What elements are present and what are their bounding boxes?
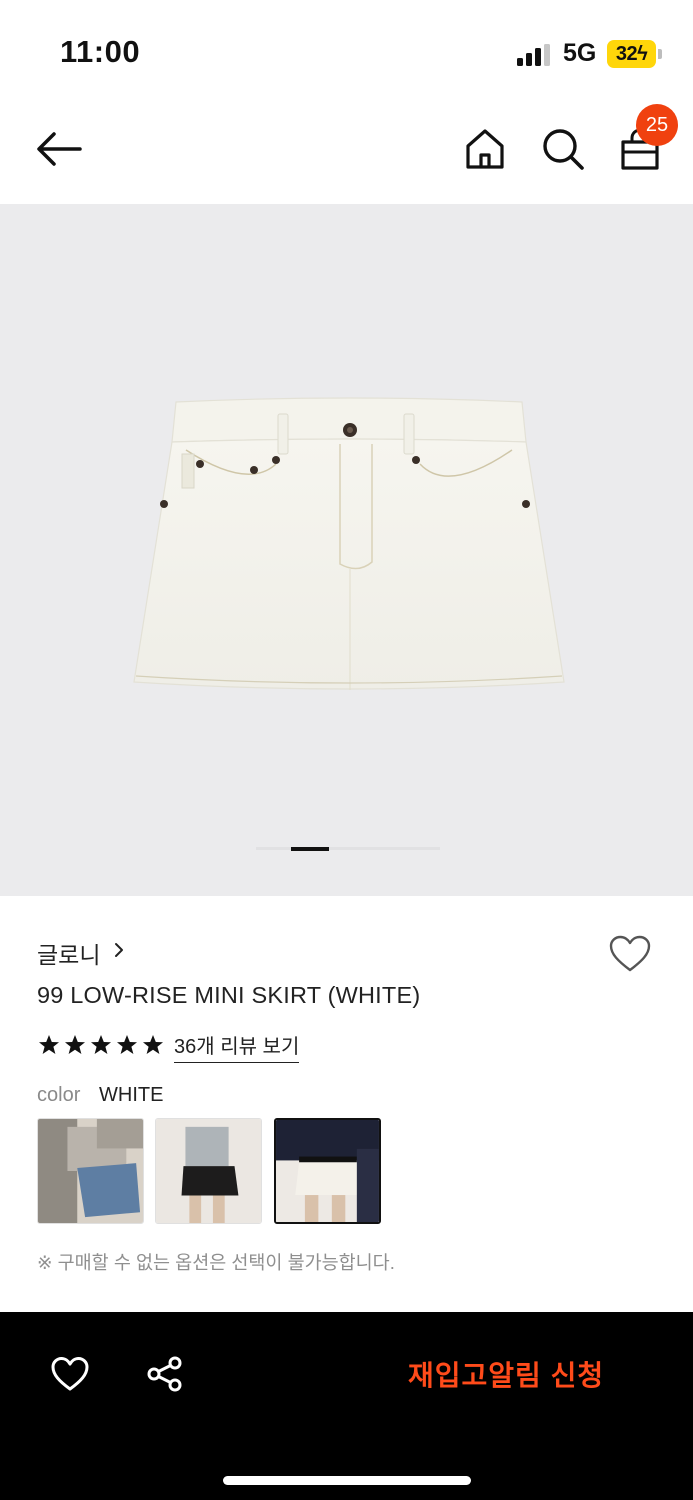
battery-tip [658, 49, 662, 59]
color-swatch-white[interactable] [274, 1118, 381, 1224]
color-swatch-black[interactable] [155, 1118, 262, 1224]
bottom-action-bar: 재입고알림 신청 [0, 1312, 693, 1500]
chevron-right-icon[interactable] [112, 941, 126, 959]
swatch-image [276, 1120, 379, 1222]
brand-link[interactable]: 글로니 [37, 936, 100, 970]
star-icon [117, 1035, 137, 1054]
network-type: 5G [563, 39, 597, 67]
product-info: 글로니 99 LOW-RISE MINI SKIRT (WHITE) 36개 리… [0, 896, 693, 1312]
heart-icon[interactable] [50, 1356, 90, 1392]
swatch-image [156, 1119, 261, 1223]
battery-charging-icon: 32ϟ [607, 40, 656, 68]
swatch-image [38, 1119, 143, 1223]
color-swatch-denim[interactable] [37, 1118, 144, 1224]
gallery-pager-track [256, 847, 440, 850]
back-arrow-icon[interactable] [34, 128, 86, 170]
rating-stars [39, 1035, 163, 1054]
share-icon[interactable] [146, 1355, 184, 1393]
status-bar: 11:00 5G 32ϟ [0, 0, 693, 100]
color-label: color [37, 1084, 81, 1106]
home-icon[interactable] [462, 126, 508, 172]
product-image-gallery[interactable] [0, 204, 693, 896]
star-icon [65, 1035, 85, 1054]
product-image [133, 397, 565, 690]
product-name: 99 LOW-RISE MINI SKIRT (WHITE) [37, 982, 421, 1008]
cart-count-badge: 25 [636, 104, 678, 146]
star-icon [143, 1035, 163, 1054]
battery-level: 32 [615, 43, 638, 65]
charging-bolt-icon: ϟ [637, 43, 648, 65]
search-icon[interactable] [540, 126, 586, 172]
star-icon [91, 1035, 111, 1054]
wishlist-heart-icon[interactable] [608, 934, 652, 974]
restock-alert-button[interactable]: 재입고알림 신청 [408, 1354, 604, 1394]
top-nav: 25 [0, 100, 693, 204]
color-value: WHITE [99, 1084, 164, 1106]
signal-icon [517, 44, 550, 66]
home-indicator [223, 1476, 471, 1485]
star-icon [39, 1035, 59, 1054]
gallery-pager-indicator [291, 847, 329, 851]
status-time: 11:00 [60, 34, 141, 69]
product-detail-page: 11:00 5G 32ϟ 25 글로니 99 LOW-RISE MINI SKI… [0, 0, 693, 1500]
review-link[interactable]: 36개 리뷰 보기 [174, 1030, 300, 1063]
option-notice: ※ 구매할 수 없는 옵션은 선택이 불가능합니다. [37, 1252, 395, 1273]
